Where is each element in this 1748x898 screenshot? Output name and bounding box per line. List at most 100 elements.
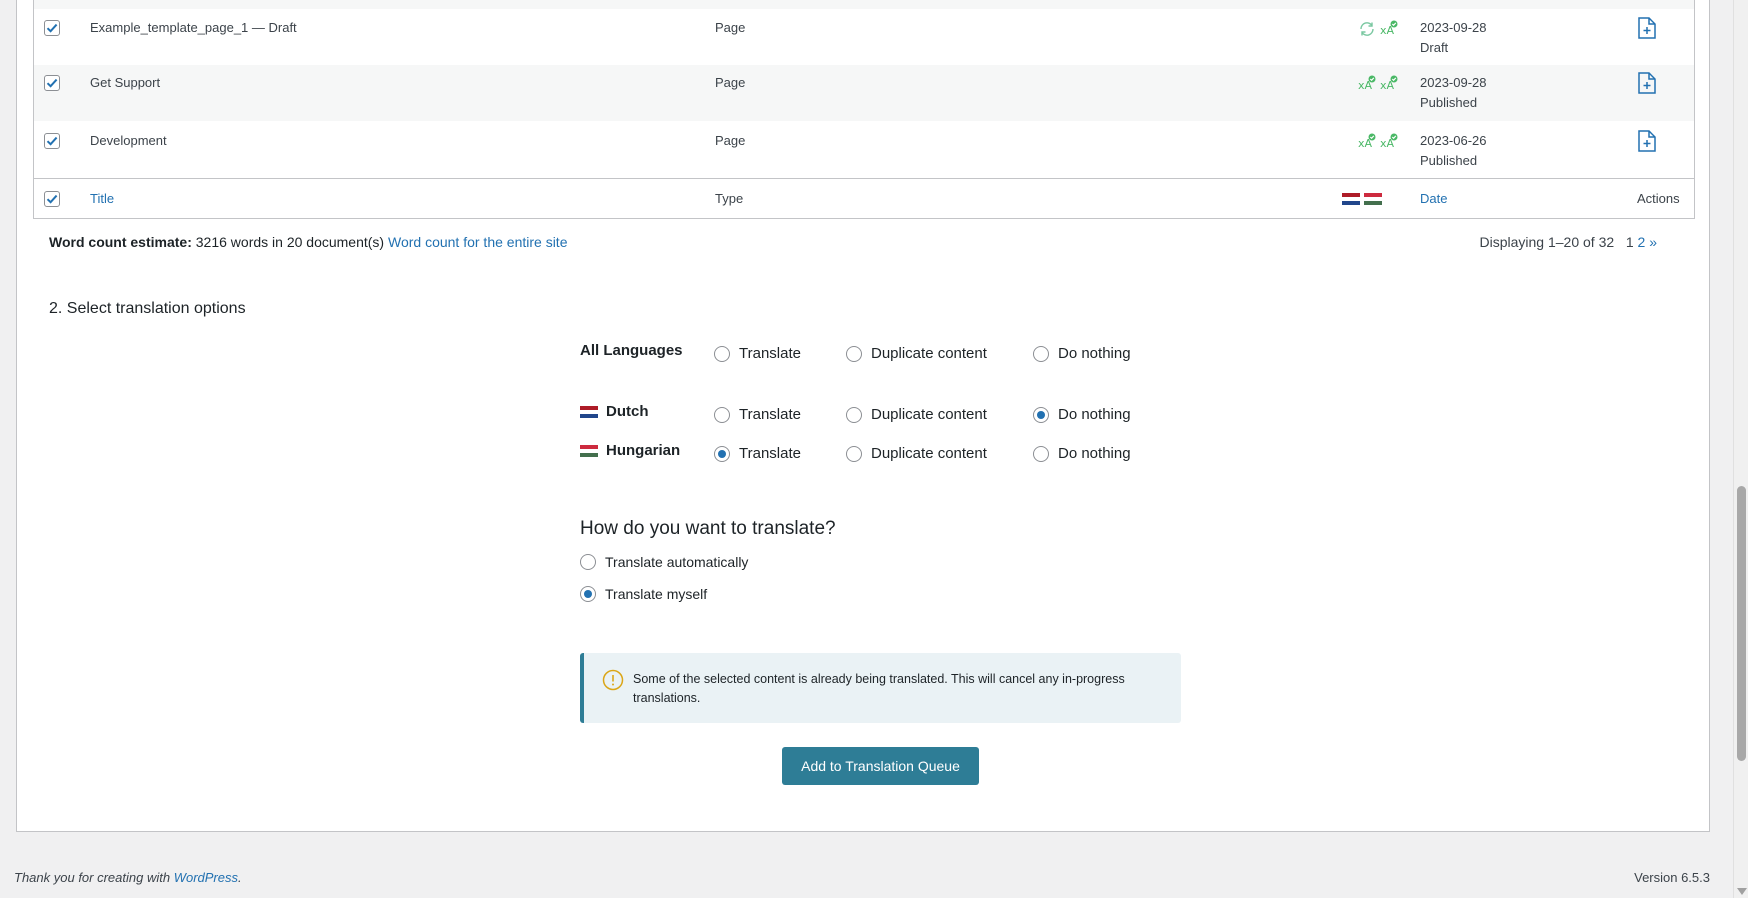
word-count-label: Word count estimate: bbox=[49, 234, 192, 250]
footer-thanks: Thank you for creating with WordPress. bbox=[14, 870, 242, 885]
option-label: Duplicate content bbox=[871, 445, 987, 462]
add-translation-icon[interactable] bbox=[1637, 130, 1657, 155]
table-top-strip bbox=[34, 0, 1694, 9]
hungarian-nothing-radio[interactable]: Do nothing bbox=[1033, 445, 1131, 462]
radio-circle[interactable] bbox=[714, 406, 730, 423]
row-title[interactable]: Development bbox=[90, 133, 167, 148]
hungarian-translate-radio[interactable]: Translate bbox=[714, 445, 801, 462]
dutch-flag-icon bbox=[580, 405, 598, 418]
row-date-value: 2023-09-28 bbox=[1420, 20, 1487, 35]
scrollbar-thumb[interactable] bbox=[1737, 486, 1746, 761]
footer-version: Version 6.5.3 bbox=[1634, 870, 1710, 885]
how-to-translate-title: How do you want to translate? bbox=[580, 518, 836, 539]
option-label: Duplicate content bbox=[871, 345, 987, 362]
option-label: Do nothing bbox=[1058, 345, 1131, 362]
pagination-page-2[interactable]: 2 bbox=[1638, 234, 1646, 250]
table-row: Get Support Page xA xA 2023-09-28 Publis… bbox=[34, 65, 1694, 121]
translated-check-icon[interactable]: xA bbox=[1358, 133, 1376, 151]
hungarian-flag-icon bbox=[1364, 193, 1382, 205]
pagination: Displaying 1–20 of 32 1 2 » bbox=[1480, 234, 1658, 250]
translation-options-title: 2. Select translation options bbox=[49, 300, 246, 317]
row-status: Draft bbox=[1420, 40, 1449, 55]
row-date: 2023-09-28 Published bbox=[1420, 75, 1487, 110]
column-type: Type bbox=[715, 191, 744, 206]
row-checkbox[interactable] bbox=[44, 75, 60, 91]
all-translate-radio[interactable]: Translate bbox=[714, 345, 801, 362]
pagination-displaying: Displaying 1–20 of 32 bbox=[1479, 234, 1615, 250]
radio-circle[interactable] bbox=[846, 406, 862, 423]
warning-icon bbox=[602, 669, 624, 694]
row-status: Published bbox=[1420, 153, 1478, 168]
language-label-all: All Languages bbox=[580, 342, 683, 359]
word-count-estimate: Word count estimate: 3216 words in 20 do… bbox=[49, 234, 567, 250]
language-name: All Languages bbox=[580, 342, 683, 359]
sync-icon[interactable] bbox=[1358, 20, 1376, 38]
radio-circle[interactable] bbox=[846, 345, 862, 362]
row-date: 2023-06-26 Published bbox=[1420, 133, 1487, 168]
radio-circle[interactable] bbox=[714, 445, 730, 462]
add-translation-icon[interactable] bbox=[1637, 72, 1657, 97]
dutch-duplicate-radio[interactable]: Duplicate content bbox=[846, 406, 987, 423]
hungarian-flag-icon bbox=[580, 444, 598, 457]
scroll-down-arrow-icon[interactable] bbox=[1737, 888, 1747, 895]
checkmark-icon bbox=[46, 194, 58, 204]
table-row: Example_template_page_1 — Draft Page xA … bbox=[34, 9, 1694, 65]
row-type: Page bbox=[715, 75, 746, 90]
row-checkbox[interactable] bbox=[44, 20, 60, 36]
row-title[interactable]: Example_template_page_1 — Draft bbox=[90, 20, 297, 35]
option-label: Translate myself bbox=[605, 586, 708, 602]
word-count-site-link[interactable]: Word count for the entire site bbox=[388, 234, 568, 250]
footer-period: . bbox=[238, 870, 242, 885]
option-label: Do nothing bbox=[1058, 406, 1131, 423]
add-to-translation-queue-button[interactable]: Add to Translation Queue bbox=[782, 747, 979, 785]
page-scrollbar[interactable] bbox=[1733, 0, 1748, 898]
dutch-nothing-radio[interactable]: Do nothing bbox=[1033, 406, 1131, 423]
pagination-next[interactable]: » bbox=[1649, 234, 1657, 250]
option-label: Duplicate content bbox=[871, 406, 987, 423]
column-date-sort[interactable]: Date bbox=[1420, 191, 1447, 206]
row-date-value: 2023-06-26 bbox=[1420, 133, 1487, 148]
option-label: Do nothing bbox=[1058, 445, 1131, 462]
radio-circle[interactable] bbox=[1033, 445, 1049, 462]
row-title[interactable]: Get Support bbox=[90, 75, 160, 90]
column-language-flags bbox=[1342, 193, 1382, 205]
all-duplicate-radio[interactable]: Duplicate content bbox=[846, 345, 987, 362]
hungarian-duplicate-radio[interactable]: Duplicate content bbox=[846, 445, 987, 462]
radio-circle[interactable] bbox=[714, 345, 730, 362]
translate-myself-radio[interactable]: Translate myself bbox=[580, 586, 707, 602]
radio-circle[interactable] bbox=[1033, 406, 1049, 423]
translate-automatically-radio[interactable]: Translate automatically bbox=[580, 554, 748, 570]
row-status: Published bbox=[1420, 95, 1478, 110]
add-translation-icon[interactable] bbox=[1637, 17, 1657, 42]
option-label: Translate automatically bbox=[605, 554, 749, 570]
radio-circle[interactable] bbox=[1033, 345, 1049, 362]
row-translation-status: xA xA bbox=[1358, 133, 1398, 151]
dutch-flag-icon bbox=[1342, 193, 1360, 205]
main-panel: Example_template_page_1 — Draft Page xA … bbox=[16, 0, 1710, 832]
translated-check-icon[interactable]: xA bbox=[1358, 75, 1376, 93]
row-checkbox[interactable] bbox=[44, 133, 60, 149]
radio-circle[interactable] bbox=[846, 445, 862, 462]
checkmark-icon bbox=[46, 136, 58, 146]
table-row: Development Page xA xA 2023-06-26 Publis… bbox=[34, 121, 1694, 177]
all-nothing-radio[interactable]: Do nothing bbox=[1033, 345, 1131, 362]
pagination-current: 1 bbox=[1625, 234, 1634, 250]
warning-notice: Some of the selected content is already … bbox=[580, 653, 1181, 723]
option-label: Translate bbox=[739, 345, 801, 362]
dutch-translate-radio[interactable]: Translate bbox=[714, 406, 801, 423]
radio-circle[interactable] bbox=[580, 586, 596, 602]
row-date-value: 2023-09-28 bbox=[1420, 75, 1487, 90]
language-label-dutch: Dutch bbox=[580, 403, 649, 420]
checkmark-icon bbox=[46, 23, 58, 33]
wordpress-link[interactable]: WordPress bbox=[174, 870, 238, 885]
language-label-hungarian: Hungarian bbox=[580, 442, 680, 459]
option-label: Translate bbox=[739, 445, 801, 462]
translated-check-icon[interactable]: xA bbox=[1380, 20, 1398, 38]
select-all-checkbox[interactable] bbox=[44, 191, 60, 207]
language-name: Dutch bbox=[606, 403, 649, 420]
translated-check-icon[interactable]: xA bbox=[1380, 133, 1398, 151]
radio-circle[interactable] bbox=[580, 554, 596, 570]
translated-check-icon[interactable]: xA bbox=[1380, 75, 1398, 93]
column-title-sort[interactable]: Title bbox=[90, 191, 114, 206]
row-type: Page bbox=[715, 133, 746, 148]
